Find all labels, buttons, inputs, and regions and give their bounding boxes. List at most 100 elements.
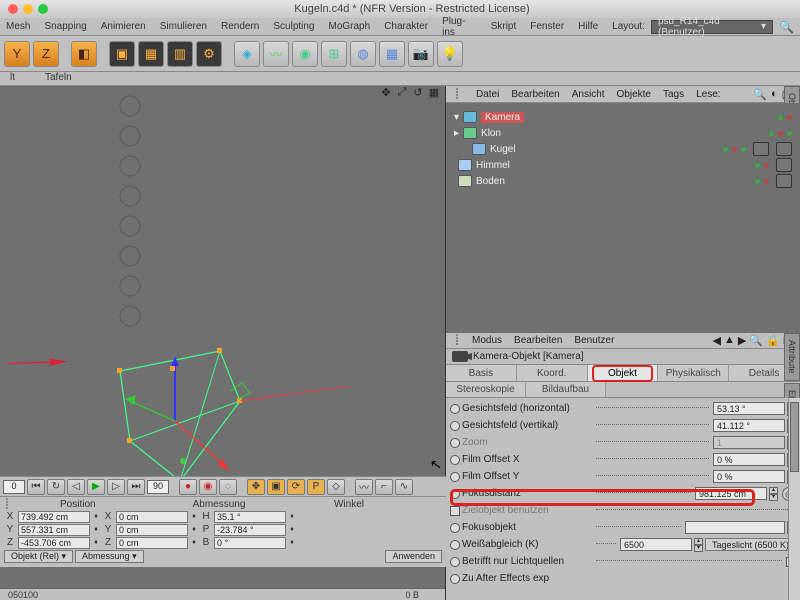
tree-row-klon[interactable]: ▸ Klon: [454, 125, 792, 141]
coord-apply-button[interactable]: Anwenden: [385, 550, 442, 563]
anim-dot-icon[interactable]: [450, 523, 460, 533]
attr-search-icon[interactable]: 🔍: [749, 334, 763, 347]
prim-deformer-button[interactable]: ◍: [350, 41, 376, 67]
key-scale-button[interactable]: ▣: [267, 479, 285, 495]
axis-z-button[interactable]: Z: [33, 41, 59, 67]
objmenu-lese[interactable]: Lese:: [696, 89, 720, 100]
menu-hilfe[interactable]: Hilfe: [578, 21, 598, 32]
camera-gizmo[interactable]: [90, 331, 280, 491]
menu-simulieren[interactable]: Simulieren: [160, 21, 207, 32]
step-button[interactable]: ⌐: [375, 479, 393, 495]
fokusobj-input[interactable]: [685, 521, 785, 534]
prop-fov-v[interactable]: Gesichtsfeld (vertikal) 41.112 ° ▴▾: [450, 417, 796, 434]
menu-snapping[interactable]: Snapping: [44, 21, 86, 32]
attr-menu-bearbeiten[interactable]: Bearbeiten: [514, 335, 562, 346]
prop-ae[interactable]: Zu After Effects exp: [450, 570, 796, 587]
tab-attribute[interactable]: Attribute: [784, 333, 800, 381]
anim-dot-icon[interactable]: [450, 489, 460, 499]
offy-input[interactable]: 0 %: [713, 470, 785, 483]
tab-physikalisch[interactable]: Physikalisch: [658, 365, 729, 381]
prop-wb[interactable]: Weißabgleich (K) 6500 ▴▾ Tageslicht (650…: [450, 536, 796, 553]
menu-sculpting[interactable]: Sculpting: [273, 21, 314, 32]
sky-tag-icon[interactable]: [776, 158, 792, 172]
menu-rendern[interactable]: Rendern: [221, 21, 259, 32]
close-window-button[interactable]: [8, 4, 18, 14]
anim-dot-icon[interactable]: [450, 557, 460, 567]
anim-dot-icon[interactable]: [450, 472, 460, 482]
pos-z-input[interactable]: -453.706 cm: [18, 537, 90, 549]
prim-array-button[interactable]: ⊞: [321, 41, 347, 67]
goto-end-button[interactable]: ⏭: [127, 479, 145, 495]
anim-dot-icon[interactable]: [450, 421, 460, 431]
key-rotate-button[interactable]: ⟳: [287, 479, 305, 495]
minimize-window-button[interactable]: [23, 4, 33, 14]
search-icon[interactable]: 🔍: [779, 20, 794, 34]
goto-start-button[interactable]: ⏮: [27, 479, 45, 495]
attr-fwd-icon[interactable]: ▶: [738, 334, 746, 347]
tab-koord[interactable]: Koord.: [517, 365, 588, 381]
tab-bildaufbau[interactable]: Bildaufbau: [526, 382, 606, 397]
win-h-input[interactable]: 35.1 °: [214, 511, 286, 523]
attr-menu-modus[interactable]: Modus: [472, 335, 502, 346]
prop-fov-h[interactable]: Gesichtsfeld (horizontal) 53.13 ° ▴▾: [450, 400, 796, 417]
prop-lichtquellen[interactable]: Betrifft nur Lichtquellen: [450, 553, 796, 570]
win-p-input[interactable]: -23.784 °: [214, 524, 286, 536]
prop-offy[interactable]: Film Offset Y 0 % ▴▾: [450, 468, 796, 485]
material-tag-icon[interactable]: [753, 142, 769, 156]
viewport-ruler[interactable]: 0 50 100 0 B: [0, 588, 445, 600]
picture-viewer-button[interactable]: ⚙: [196, 41, 222, 67]
objmenu-objekte[interactable]: Objekte: [617, 89, 651, 100]
attr-back-icon[interactable]: ◀: [713, 334, 721, 347]
spline-button[interactable]: ∿: [395, 479, 413, 495]
wb-preset-button[interactable]: Tageslicht (6500 K): [705, 538, 796, 551]
focus-input[interactable]: 981.125 cm: [695, 487, 767, 500]
tab-basis[interactable]: Basis: [446, 365, 517, 381]
prop-focus[interactable]: Fokusdistanz 981.125 cm ▴▾ ◎: [450, 485, 796, 502]
prop-offx[interactable]: Film Offset X 0 % ▴▾: [450, 451, 796, 468]
attr-menu-benutzer[interactable]: Benutzer: [574, 335, 614, 346]
coord-mode-button[interactable]: Objekt (Rel) ▾: [4, 550, 73, 563]
objmenu-datei[interactable]: Datei: [476, 89, 499, 100]
render-queue-button[interactable]: ▥: [167, 41, 193, 67]
tree-row-kugel[interactable]: Kugel: [454, 141, 792, 157]
refresh-button[interactable]: ↻: [47, 479, 65, 495]
prop-fokusobjekt[interactable]: Fokusobjekt ▸: [450, 519, 796, 536]
pos-y-input[interactable]: 557.331 cm: [18, 524, 90, 536]
abm-z-input[interactable]: 0 cm: [116, 537, 188, 549]
frame-end-field[interactable]: 90: [147, 480, 169, 494]
wb-input[interactable]: 6500: [620, 538, 692, 551]
abm-x-input[interactable]: 0 cm: [116, 511, 188, 523]
menu-charakter[interactable]: Charakter: [384, 21, 428, 32]
layout-dropdown[interactable]: psd_R14_c4d (Benutzer) ▾: [651, 20, 773, 34]
menu-mesh[interactable]: Mesh: [6, 21, 30, 32]
pan-icon[interactable]: ✥: [379, 86, 393, 100]
objmenu-tags[interactable]: Tags: [663, 89, 684, 100]
orbit-icon[interactable]: ↺: [411, 86, 425, 100]
prim-nurbs-button[interactable]: ◉: [292, 41, 318, 67]
attr-scrollbar[interactable]: [788, 398, 800, 600]
anim-dot-icon[interactable]: [450, 540, 460, 550]
prim-spline-button[interactable]: 〰: [263, 41, 289, 67]
fov-v-input[interactable]: 41.112 °: [713, 419, 785, 432]
menu-skript[interactable]: Skript: [491, 21, 517, 32]
record-button[interactable]: ●: [179, 479, 197, 495]
pos-x-input[interactable]: 739.492 cm: [18, 511, 90, 523]
attr-up-icon[interactable]: ▲: [724, 334, 735, 347]
fcurve-button[interactable]: 〰: [355, 479, 373, 495]
frame-start-field[interactable]: 0: [3, 480, 25, 494]
prim-env-button[interactable]: ▦: [379, 41, 405, 67]
tab-stereoskopie[interactable]: Stereoskopie: [446, 382, 526, 397]
floor-tag-icon[interactable]: [776, 174, 792, 188]
anim-dot-icon[interactable]: [450, 404, 460, 414]
objmenu-ansicht[interactable]: Ansicht: [572, 89, 605, 100]
zoom-icon[interactable]: ⤢: [395, 86, 409, 100]
obj-eye-icon[interactable]: ◐: [771, 88, 778, 101]
win-b-input[interactable]: 0 °: [214, 537, 286, 549]
camera-button[interactable]: 📷: [408, 41, 434, 67]
anim-dot-icon[interactable]: [450, 574, 460, 584]
render-settings-button[interactable]: ▦: [138, 41, 164, 67]
offx-input[interactable]: 0 %: [713, 453, 785, 466]
step-back-button[interactable]: ◁: [67, 479, 85, 495]
object-tree[interactable]: ▾ Kamera ▸ Klon Kugel Himmel: [446, 103, 800, 333]
autokey-button[interactable]: ◉: [199, 479, 217, 495]
